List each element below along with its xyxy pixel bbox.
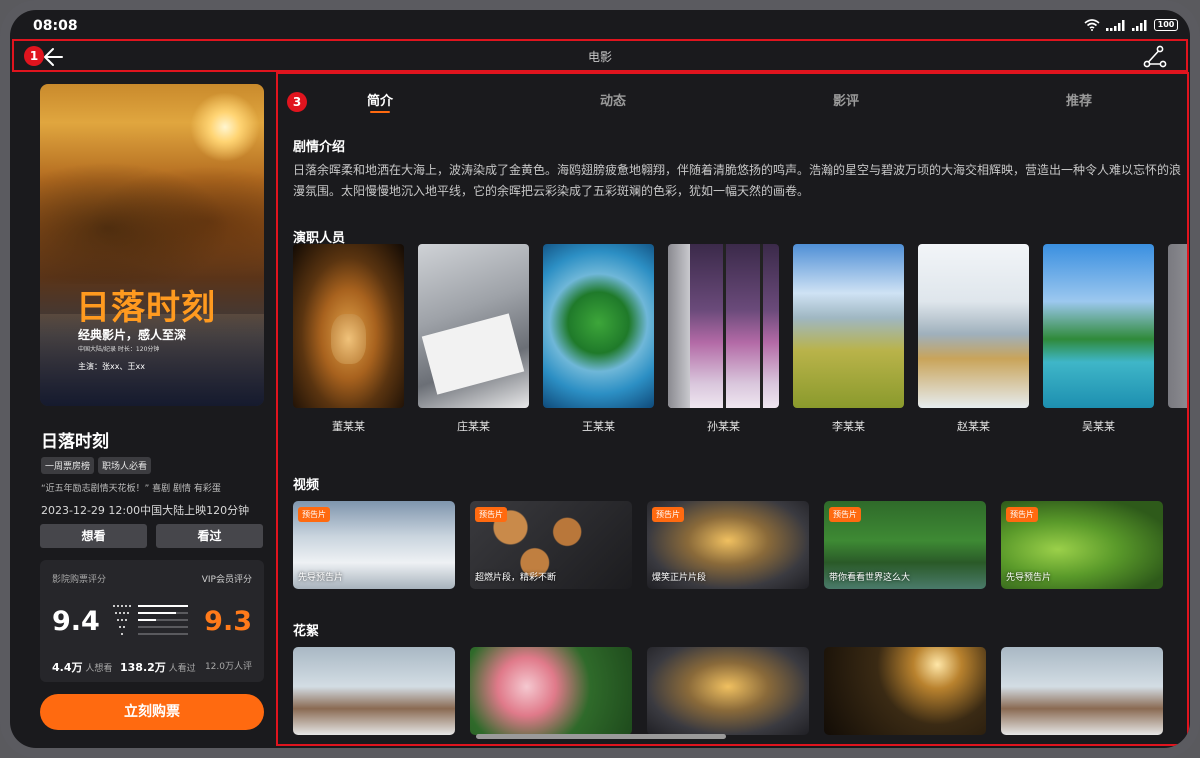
video-card[interactable]: 预告片 超燃片段，精彩不断 [470,501,632,589]
signal-icon [1106,19,1125,31]
cast-item[interactable]: 董某某 [293,244,404,434]
video-list: 预告片 先导预告片 预告片 超燃片段，精彩不断 预告片 爆笑正片片段 预告片 带… [293,501,1187,591]
cast-item[interactable]: 赵某某 [918,244,1029,434]
cast-name: 庄某某 [457,420,490,433]
screen: 08:08 100 1 电影 日落时刻 经典影片，感人至深 中国大陆/纪录 时长… [10,10,1190,748]
page-title: 电影 [587,50,612,64]
status-bar: 08:08 100 [10,10,1190,40]
poster-trees [40,144,264,284]
cast-photo-island [1043,244,1154,408]
want-count-suffix: 人想看 [85,664,113,674]
cast-item[interactable]: 吴某某 [1043,244,1154,434]
movie-quote: “近五年励志剧情天花板！” 喜剧 剧情 有彩蛋 [41,484,221,494]
poster-subtitle: 经典影片，感人至深 [78,328,187,342]
tab-underline [370,111,390,113]
home-indicator[interactable] [476,734,726,739]
tab-reviews[interactable]: 影评 [833,90,859,109]
cast-name: 吴某某 [1082,420,1115,433]
clip-card[interactable] [824,647,986,735]
movie-title: 日落时刻 [41,432,109,452]
video-badge: 预告片 [298,507,330,522]
tag[interactable]: 一周票房榜 [41,457,95,474]
video-card[interactable]: 预告片 先导预告片 [1001,501,1163,589]
signal-icon-2 [1132,19,1147,31]
cast-photo-lion [293,244,404,408]
status-icons: 100 [1084,19,1178,31]
video-caption: 超燃片段，精彩不断 [475,573,557,583]
video-caption: 先导预告片 [298,573,344,583]
seen-count-suffix: 人看过 [168,664,196,674]
cast-photo-city [668,244,779,408]
video-caption: 带你看看世界这么大 [829,573,911,583]
seen-count-value: 138.2万 [120,661,166,674]
cast-item[interactable]: 庄某某 [418,244,529,434]
detail-panel: 3 简介 动态 影评 推荐 剧情介绍 日落余晖柔和地洒在大海上，波涛染成了金黄色… [276,72,1189,746]
tab-bar: 简介 动态 影评 推荐 [278,90,1187,113]
poster-meta: 中国大陆/纪录 时长：120分钟 [78,346,160,353]
share-icon[interactable] [1142,45,1168,69]
buy-ticket-button[interactable]: 立刻购票 [40,694,264,730]
seen-count: 138.2万 人看过 [120,659,196,675]
rating-distribution-bars [113,605,188,635]
synopsis-text: 日落余晖柔和地洒在大海上，波涛染成了金黄色。海鸥翅膀疲惫地翱翔，伴随着清脆悠扬的… [293,163,1182,198]
video-caption: 先导预告片 [1006,573,1052,583]
cast-item[interactable]: 李某某 [793,244,904,434]
cast-name: 董某某 [332,420,365,433]
cast-photo-partial [1168,244,1187,408]
clip-card[interactable] [1001,647,1163,735]
video-caption: 爆笑正片片段 [652,573,707,583]
want-count-value: 4.4万 [52,661,83,674]
cinema-score: 9.4 [52,606,100,637]
clips-title: 花絮 [293,624,320,639]
vip-rating-label: VIP会员评分 [201,575,252,585]
wifi-icon [1084,19,1100,31]
tab-intro[interactable]: 简介 [367,90,393,109]
video-title: 视频 [293,478,320,493]
video-badge: 预告片 [829,507,861,522]
want-count: 4.4万 人想看 [52,659,112,675]
cast-item[interactable] [1168,244,1187,408]
tab-news[interactable]: 动态 [600,90,626,109]
video-card[interactable]: 预告片 带你看看世界这么大 [824,501,986,589]
cast-photo-hikers [793,244,904,408]
poster-title: 日落时刻 [76,288,216,328]
battery-icon: 100 [1154,19,1178,31]
cast-name: 赵某某 [957,420,990,433]
video-card[interactable]: 预告片 先导预告片 [293,501,455,589]
cast-list: 董某某 庄某某 王某某 孙某某 李某某 赵某某 吴某某 [293,244,1187,440]
release-info: 2023-12-29 12:00中国大陆上映120分钟 [41,504,250,517]
cast-photo-planet [543,244,654,408]
movie-poster[interactable]: 日落时刻 经典影片，感人至深 中国大陆/纪录 时长：120分钟 主演：张xx、王… [40,84,264,406]
video-badge: 预告片 [1006,507,1038,522]
movie-info-panel: 日落时刻 经典影片，感人至深 中国大陆/纪录 时长：120分钟 主演：张xx、王… [10,72,274,748]
cast-name: 孙某某 [707,420,740,433]
cinema-rating-label: 影院购票评分 [52,575,107,585]
vip-score: 9.3 [204,606,252,637]
cast-name: 王某某 [582,420,615,433]
cast-photo-mountain [918,244,1029,408]
seen-button[interactable]: 看过 [156,524,263,548]
video-badge: 预告片 [652,507,684,522]
tab-recommend[interactable]: 推荐 [1066,90,1092,109]
cast-name: 李某某 [832,420,865,433]
video-badge: 预告片 [475,507,507,522]
synopsis-title: 剧情介绍 [293,140,346,155]
cast-photo-office [418,244,529,408]
cast-item[interactable]: 王某某 [543,244,654,434]
status-time: 08:08 [33,18,78,34]
movie-tags: 一周票房榜 职场人必看 [41,457,152,474]
clip-card[interactable] [470,647,632,735]
clip-card[interactable] [647,647,809,735]
video-card[interactable]: 预告片 爆笑正片片段 [647,501,809,589]
want-to-see-button[interactable]: 想看 [40,524,147,548]
poster-cast: 主演：张xx、王xx [78,362,145,371]
clips-list [293,647,1187,737]
title-bar: 1 电影 [12,39,1188,72]
review-count: 12.0万人评 [204,662,252,672]
clip-card[interactable] [293,647,455,735]
tag[interactable]: 职场人必看 [98,457,152,474]
device-frame: 08:08 100 1 电影 日落时刻 经典影片，感人至深 中国大陆/纪录 时长… [0,0,1200,758]
rating-card: 影院购票评分 VIP会员评分 9.4 9.3 4.4万 人想看 138.2万 人… [40,560,264,682]
cast-item[interactable]: 孙某某 [668,244,779,434]
